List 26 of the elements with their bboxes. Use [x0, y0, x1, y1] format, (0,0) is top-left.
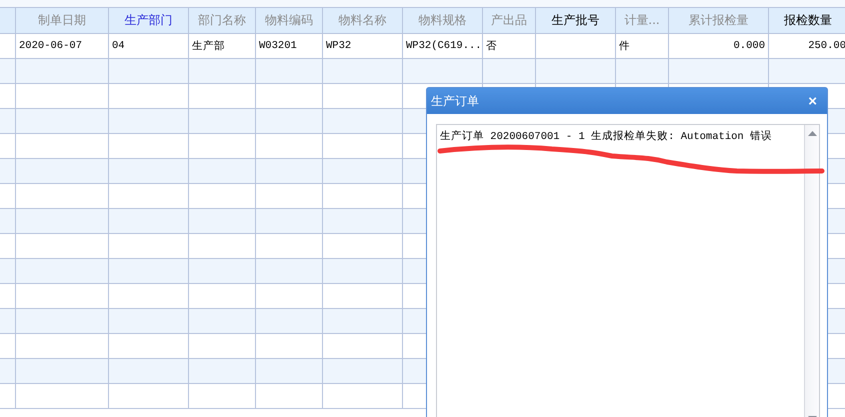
table-cell: 2020-06-07 — [16, 34, 108, 58]
column-header[interactable]: 产出品 — [482, 8, 536, 34]
column-header[interactable]: 生产部门 — [108, 8, 188, 34]
table-cell: W03201 — [256, 34, 322, 58]
table-cell: 生产部 — [188, 34, 256, 58]
error-message: 生产订单 20200607001 - 1 生成报检单失败: Automation 错误 — [439, 129, 774, 145]
table-cell: 件 — [616, 34, 668, 58]
table-cell: WP32 — [322, 34, 402, 58]
scroll-up-icon[interactable] — [808, 131, 816, 136]
column-header[interactable]: 生产批号 — [536, 8, 616, 34]
table-cell: 否 — [482, 34, 536, 58]
table-cell: 04 — [108, 34, 188, 58]
dialog-title: 生产订单 — [431, 92, 479, 110]
column-header[interactable]: 累计报检量 — [668, 8, 768, 34]
scrollbar[interactable] — [804, 125, 819, 417]
column-header[interactable]: 物料名称 — [322, 8, 402, 34]
column-header[interactable]: 部门名称 — [188, 8, 256, 34]
table-cell: WP32(C619... — [402, 34, 482, 58]
column-header[interactable]: 计量... — [616, 8, 668, 34]
column-header[interactable]: 物料规格 — [402, 8, 482, 34]
column-header[interactable]: 物料编码 — [256, 8, 322, 34]
column-header[interactable]: 制单日期 — [16, 8, 108, 34]
close-button[interactable]: × — [804, 92, 821, 110]
table-cell: 250.00 — [768, 34, 845, 58]
table-cell: 0.000 — [668, 34, 768, 58]
column-header[interactable]: 报检数量 — [768, 8, 845, 34]
